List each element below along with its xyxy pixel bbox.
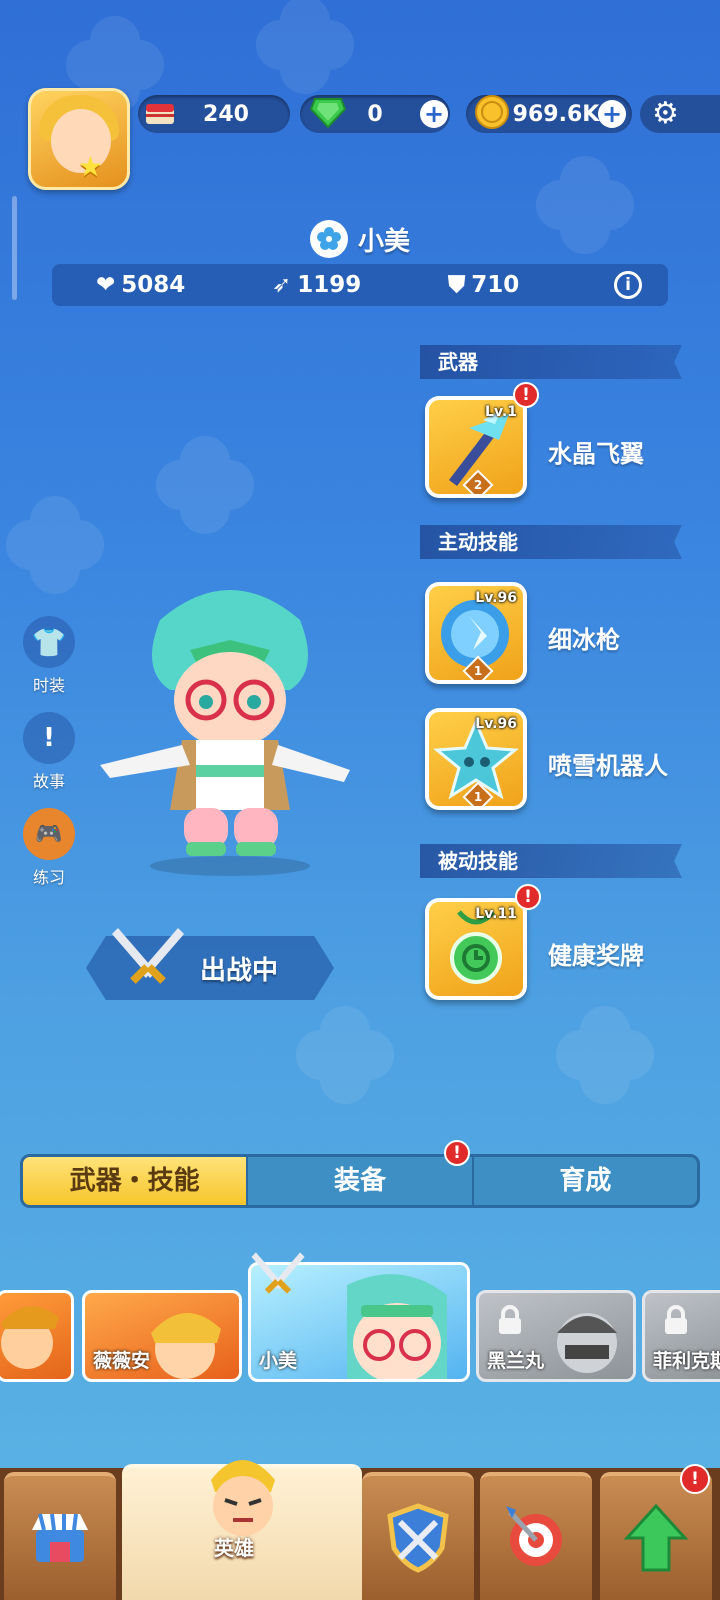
gear-icon: ⚙ <box>652 96 679 131</box>
hero-card-locked[interactable]: 菲利克斯 <box>642 1290 720 1382</box>
boot-icon: ➶ <box>272 272 292 298</box>
nav-challenge[interactable] <box>480 1472 592 1600</box>
active-skill-name[interactable]: 喷雪机器人 <box>548 746 668 781</box>
nav-battle[interactable] <box>362 1472 474 1600</box>
alert-badge: ! <box>515 884 541 910</box>
element-flower-icon <box>309 220 348 258</box>
shield-icon: ⛊ <box>448 272 466 298</box>
hero-card-name: 薇薇安 <box>93 1350 151 1372</box>
tab-equipment[interactable]: 装备 <box>246 1157 471 1205</box>
hero-stats-bar: ❤ 5084 ➶ 1199 ⛊ 710 i <box>52 264 668 306</box>
story-button[interactable]: ! 故事 <box>22 712 76 792</box>
active-skill-section-header: 主动技能 <box>420 525 682 559</box>
shirt-icon: 👕 <box>23 616 75 668</box>
active-skill-name[interactable]: 细冰枪 <box>548 620 620 655</box>
cake-icon <box>138 90 182 134</box>
nav-heroes-label: 英雄 <box>214 1536 254 1560</box>
skill-level: Lv.96 <box>475 590 517 606</box>
star-icon: ★ <box>77 150 103 183</box>
hero-card-name: 黑兰丸 <box>487 1350 545 1372</box>
in-battle-label: 出战中 <box>200 956 279 986</box>
passive-skill-name[interactable]: 健康奖牌 <box>548 936 644 971</box>
gamepad-icon: 🎮 <box>23 808 75 860</box>
cake-count: 240 <box>203 101 249 127</box>
costume-button[interactable]: 👕 时装 <box>22 616 76 696</box>
settings-button[interactable]: ⚙ <box>640 95 720 133</box>
crossed-swords-icon <box>112 928 184 984</box>
weapon-level: Lv.1 <box>485 404 517 420</box>
hero-character-model <box>100 590 350 876</box>
passive-skill-section-header: 被动技能 <box>420 844 682 878</box>
battle-shield-icon <box>387 1503 449 1573</box>
hero-card-name: 小美 <box>259 1350 298 1372</box>
hero-name: 小美 <box>357 226 410 257</box>
story-label: 故事 <box>32 772 65 791</box>
practice-button[interactable]: 🎮 练习 <box>22 808 76 888</box>
background-flower <box>300 1010 390 1100</box>
hero-card[interactable] <box>0 1290 74 1382</box>
shop-icon <box>32 1513 88 1562</box>
crossed-swords-icon <box>251 1252 305 1294</box>
hero-portrait <box>1 1306 59 1369</box>
alert-badge: ! <box>680 1464 710 1494</box>
alert-badge: ! <box>444 1140 470 1166</box>
hero-card-name: 菲利克斯 <box>653 1350 720 1372</box>
lock-icon <box>665 1305 687 1334</box>
skill-level: Lv.96 <box>475 716 517 732</box>
scroll-icon: ! <box>23 712 75 764</box>
attack-value: 1199 <box>297 272 362 298</box>
defense-value: 710 <box>471 272 520 298</box>
active-skill-card[interactable]: Lv.96 1 <box>425 708 527 810</box>
weapon-card[interactable]: Lv.1 2 <box>425 396 527 498</box>
background-flower <box>160 440 250 530</box>
hero-card[interactable]: 薇薇安 <box>82 1290 242 1382</box>
weapon-section-header: 武器 <box>420 345 682 379</box>
heart-icon: ❤ <box>96 272 116 298</box>
background-flower <box>10 500 100 590</box>
background-flower <box>560 1010 650 1100</box>
tab-development[interactable]: 育成 <box>471 1157 697 1205</box>
gem-count: 0 <box>367 101 383 127</box>
add-gems-button[interactable]: + <box>420 100 448 128</box>
hp-stat: ❤ 5084 <box>96 272 185 298</box>
hero-name-row: 小美 <box>0 220 720 258</box>
hero-card-locked[interactable]: 黑兰丸 <box>476 1290 636 1382</box>
info-icon[interactable]: i <box>614 271 642 299</box>
hp-value: 5084 <box>121 272 186 298</box>
passive-skill-card[interactable]: Lv.11 <box>425 898 527 1000</box>
add-coins-button[interactable]: + <box>598 100 626 128</box>
coin-icon <box>470 90 514 134</box>
active-skill-card[interactable]: Lv.96 1 <box>425 582 527 684</box>
hero-tabs: 武器・技能 装备 育成 <box>20 1154 700 1208</box>
defense-stat: ⛊ 710 <box>448 272 519 298</box>
lock-icon <box>499 1305 521 1334</box>
costume-label: 时装 <box>32 676 65 695</box>
tab-weapon-skills[interactable]: 武器・技能 <box>23 1157 247 1205</box>
player-avatar[interactable]: ★ <box>28 88 130 190</box>
skill-level: Lv.11 <box>475 906 517 922</box>
hero-portrait <box>557 1313 617 1373</box>
background-flower <box>260 0 350 90</box>
upgrade-arrow-icon <box>623 1503 689 1572</box>
attack-stat: ➶ 1199 <box>272 272 361 298</box>
weapon-name[interactable]: 水晶飞翼 <box>548 434 644 469</box>
gem-icon <box>306 90 350 134</box>
nav-shop[interactable] <box>4 1472 116 1600</box>
alert-badge: ! <box>513 382 539 408</box>
target-icon <box>506 1506 562 1566</box>
practice-label: 练习 <box>32 868 65 887</box>
